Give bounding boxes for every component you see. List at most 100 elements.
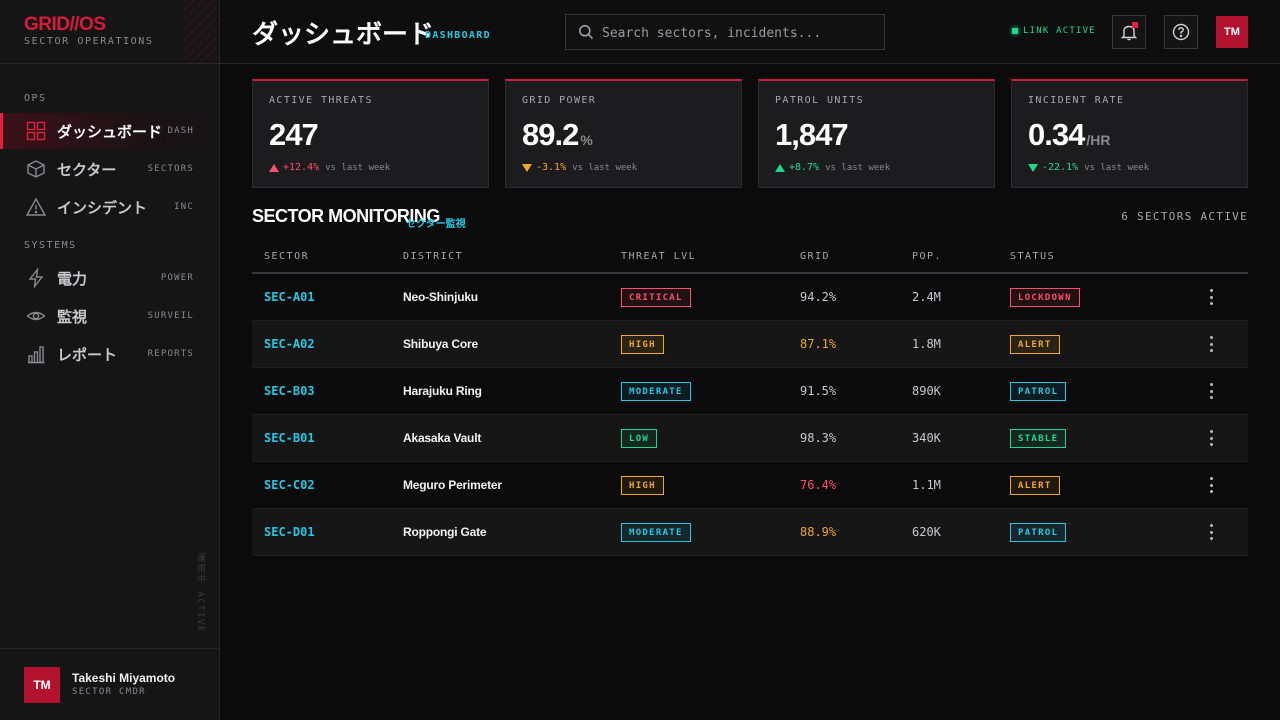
search-input[interactable] (602, 23, 877, 43)
table-row[interactable]: SEC-C02 Meguro Perimeter HIGH 76.4% 1.1M ALER… (252, 462, 1248, 509)
link-status-indicator: LINK ACTIVE (1012, 26, 1096, 36)
stat-label: INCIDENT RATE (1028, 95, 1125, 106)
table-row[interactable]: SEC-D01 Roppongi Gate MODERATE 88.9% 620K PAT… (252, 509, 1248, 556)
bar-chart-icon (28, 346, 45, 364)
population-value: 1.1M (912, 478, 941, 492)
brand-name: GRID//OS (24, 14, 106, 35)
stat-card-active-threats: ACTIVE THREATS 247 +12.4% vs last week (252, 79, 489, 188)
threat-level-badge: CRITICAL (621, 288, 691, 307)
sidebar-item-label: 電力 (57, 270, 88, 288)
sector-id-link[interactable]: SEC-C02 (264, 478, 315, 492)
sector-table: SECTOR DISTRICT THREAT LVL GRID POP. STA… (252, 240, 1248, 556)
notifications-button[interactable] (1112, 15, 1146, 49)
table-row[interactable]: SEC-A01 Neo-Shinjuku CRITICAL 94.2% 2.4M LOCK… (252, 274, 1248, 321)
delta-context: vs last week (572, 162, 638, 173)
brand-stripes-decoration (183, 0, 219, 63)
help-icon (1172, 23, 1190, 41)
district-name: Neo-Shinjuku (403, 290, 478, 304)
grid-value: 91.5% (800, 384, 837, 398)
sidebar-item-reports[interactable]: レポート REPORTS (0, 336, 219, 372)
stat-delta: +12.4% vs last week (269, 162, 390, 173)
column-header-status[interactable]: STATUS (1010, 251, 1055, 262)
sidebar-item-label: インシデント (57, 199, 148, 217)
vertical-status-text: 運用中 ACTIVE (195, 553, 205, 633)
column-header-threat[interactable]: THREAT LVL (621, 251, 696, 262)
stat-delta: -3.1% vs last week (522, 162, 637, 173)
more-options-icon[interactable] (1204, 334, 1218, 354)
more-options-icon[interactable] (1204, 522, 1218, 542)
sector-id-link[interactable]: SEC-B03 (264, 384, 315, 398)
more-options-icon[interactable] (1204, 381, 1218, 401)
page-title: ダッシュボード (252, 19, 435, 49)
stat-delta: +8.7% vs last week (775, 162, 890, 173)
sidebar-item-dashboard[interactable]: ダッシュボード DASH (0, 113, 219, 149)
sidebar-item-code: INC (174, 202, 194, 212)
delta-value: +8.7% (789, 162, 820, 173)
more-options-icon[interactable] (1204, 475, 1218, 495)
help-button[interactable] (1164, 15, 1198, 49)
sector-count: 6 SECTORS ACTIVE (1121, 210, 1248, 223)
stat-card-patrol-units: PATROL UNITS 1,847 +8.7% vs last week (758, 79, 995, 188)
search-box[interactable] (565, 14, 885, 50)
status-badge: LOCKDOWN (1010, 288, 1080, 307)
sidebar-item-code: SURVEIL (147, 311, 194, 321)
stat-value: 1,847 (775, 117, 849, 152)
stat-label: PATROL UNITS (775, 95, 865, 106)
more-options-icon[interactable] (1204, 428, 1218, 448)
status-badge: ALERT (1010, 335, 1060, 354)
table-row[interactable]: SEC-B03 Harajuku Ring MODERATE 91.5% 890K PAT… (252, 368, 1248, 415)
delta-context: vs last week (825, 162, 891, 173)
sidebar-item-code: POWER (160, 273, 194, 283)
population-value: 340K (912, 431, 941, 445)
sidebar: GRID//OS SECTOR OPERATIONS OPS ダッシュボード D… (0, 0, 220, 720)
table-row[interactable]: SEC-B01 Akasaka Vault LOW 98.3% 340K STABLE (252, 415, 1248, 462)
sidebar-item-code: DASH (167, 126, 194, 136)
sidebar-item-surveillance[interactable]: 監視 SURVEIL (0, 298, 219, 334)
table-row[interactable]: SEC-A02 Shibuya Core HIGH 87.1% 1.8M ALERT (252, 321, 1248, 368)
column-header-pop[interactable]: POP. (912, 251, 942, 262)
trend-down-icon (1028, 163, 1038, 172)
sidebar-item-label: ダッシュボード (57, 123, 163, 141)
sector-id-link[interactable]: SEC-B01 (264, 431, 315, 445)
user-name: Takeshi Miyamoto (72, 671, 176, 685)
status-badge: PATROL (1010, 523, 1067, 542)
delta-value: -22.1% (1042, 162, 1079, 173)
sidebar-item-power[interactable]: 電力 POWER (0, 260, 219, 296)
grid-value: 87.1% (800, 337, 837, 351)
population-value: 890K (912, 384, 941, 398)
column-header-sector[interactable]: SECTOR (264, 251, 309, 262)
sector-id-link[interactable]: SEC-D01 (264, 525, 315, 539)
grid-value: 88.9% (800, 525, 837, 539)
section-label-systems: SYSTEMS (24, 240, 77, 251)
brand-subtitle: SECTOR OPERATIONS (24, 36, 154, 47)
user-role: SECTOR CMDR (72, 687, 146, 697)
sidebar-item-sectors[interactable]: セクター SECTORS (0, 151, 219, 187)
status-badge: PATROL (1010, 382, 1067, 401)
sidebar-item-label: セクター (57, 161, 117, 179)
stat-label: ACTIVE THREATS (269, 95, 373, 106)
user-profile[interactable]: TM Takeshi Miyamoto SECTOR CMDR (0, 648, 219, 720)
table-header: SECTOR DISTRICT THREAT LVL GRID POP. STA… (252, 240, 1248, 274)
delta-context: vs last week (1084, 162, 1150, 173)
sector-id-link[interactable]: SEC-A02 (264, 337, 315, 351)
delta-value: +12.4% (283, 162, 320, 173)
population-value: 2.4M (912, 290, 941, 304)
table-body: SEC-A01 Neo-Shinjuku CRITICAL 94.2% 2.4M LOCK… (252, 274, 1248, 556)
column-header-district[interactable]: DISTRICT (403, 251, 463, 262)
population-value: 620K (912, 525, 941, 539)
status-dot (1012, 28, 1018, 34)
stat-value: 0.34/HR (1028, 117, 1111, 152)
more-options-icon[interactable] (1204, 287, 1218, 307)
delta-context: vs last week (325, 162, 391, 173)
district-name: Akasaka Vault (403, 431, 482, 445)
page-tag: DASHBOARD (425, 30, 491, 41)
grid-value: 98.3% (800, 431, 837, 445)
dashboard-grid-icon (26, 121, 46, 141)
sector-id-link[interactable]: SEC-A01 (264, 290, 315, 304)
threat-level-badge: HIGH (621, 476, 664, 495)
header-avatar[interactable]: TM (1216, 16, 1248, 48)
sidebar-item-incidents[interactable]: インシデント INC (0, 189, 219, 225)
stat-value: 247 (269, 117, 319, 152)
stat-value: 89.2% (522, 117, 593, 152)
column-header-grid[interactable]: GRID (800, 251, 830, 262)
